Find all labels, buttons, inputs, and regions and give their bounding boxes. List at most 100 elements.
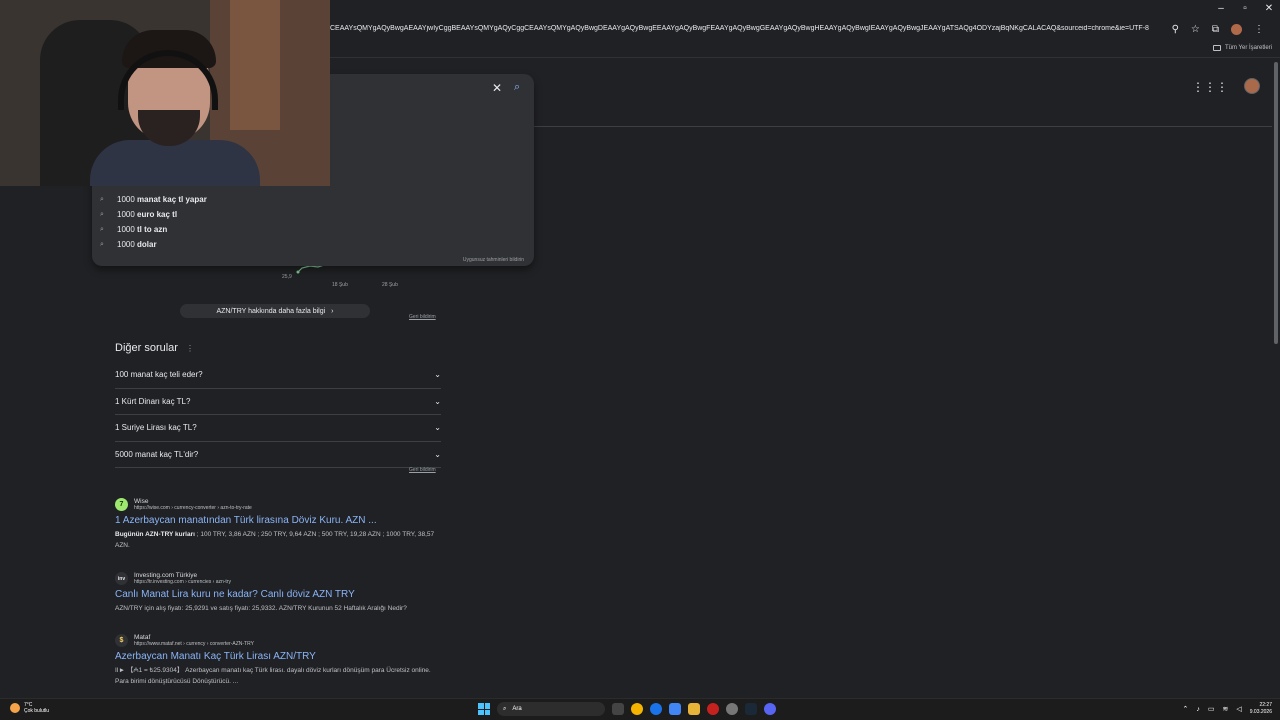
suggestion-completion: manat kaç tl yapar xyxy=(134,195,207,204)
result-url: https://wise.com › currency-converter › … xyxy=(134,505,252,511)
chevron-down-icon: ⌄ xyxy=(434,423,441,433)
result-source[interactable]: inv Investing.com Türkiye https://tr.inv… xyxy=(115,572,445,585)
paa-question[interactable]: 1 Kürt Dinarı kaç TL? ⌄ xyxy=(115,389,441,415)
search-icon: ⌕ xyxy=(100,225,104,233)
profile-avatar[interactable] xyxy=(1231,24,1242,35)
taskbar-apps: ⌕ Ara xyxy=(478,702,776,716)
suggestion-item[interactable]: ⌕ 1000 euro kaç tl xyxy=(100,207,207,222)
webcam-overlay xyxy=(0,0,330,186)
volume-icon[interactable]: ◁ xyxy=(1236,705,1241,713)
search-icon: ⌕ xyxy=(100,195,104,203)
steam-icon[interactable] xyxy=(745,703,757,715)
chrome-icon[interactable] xyxy=(631,703,643,715)
app-icon[interactable] xyxy=(726,703,738,715)
result-source[interactable]: $ Mataf https://www.mataf.net › currency… xyxy=(115,634,445,647)
chevron-up-icon[interactable]: ⌃ xyxy=(1182,705,1188,713)
weather-widget[interactable]: 7°C Çok bulutlu xyxy=(10,702,49,714)
result-url: https://www.mataf.net › currency › conve… xyxy=(134,641,254,647)
discord-icon[interactable] xyxy=(764,703,776,715)
result-url: https://tr.investing.com › currencies › … xyxy=(134,579,231,585)
taskbar-search[interactable]: ⌕ Ara xyxy=(497,702,605,716)
browser-menu-icon[interactable]: ⋮ xyxy=(1254,24,1264,35)
result-title-link[interactable]: 1 Azerbaycan manatından Türk lirasına Dö… xyxy=(115,515,445,526)
suggestion-prefix: 1000 xyxy=(117,225,135,234)
paa-question-text: 1 Kürt Dinarı kaç TL? xyxy=(115,396,191,406)
clock-time: 22:27 xyxy=(1259,702,1272,708)
report-predictions-link[interactable]: Uygunsuz tahminleri bildirin xyxy=(463,257,524,263)
paa-question[interactable]: 5000 manat kaç TL'dir? ⌄ xyxy=(115,442,441,468)
mataf-favicon-icon: $ xyxy=(115,634,128,647)
windows-taskbar: 7°C Çok bulutlu ⌕ Ara ⌃ ♪ ▭ ≋ ◁ 22:27 9.0… xyxy=(0,698,1280,720)
chevron-down-icon: ⌄ xyxy=(434,449,441,459)
location-icon[interactable]: ⚲ xyxy=(1172,24,1179,35)
suggestion-prefix: 1000 xyxy=(117,210,135,219)
snippet-bold: Bugünün AZN-TRY kurları xyxy=(115,531,195,538)
chevron-down-icon: ⌄ xyxy=(434,396,441,406)
more-info-button[interactable]: AZN/TRY hakkında daha fazla bilgi › xyxy=(180,304,370,318)
address-bar-icons: ⚲ ☆ ⧉ ⋮ xyxy=(1172,24,1264,35)
feedback-link[interactable]: Geri bildirim xyxy=(409,467,436,473)
suggestion-completion: dolar xyxy=(134,240,157,249)
paa-list: 100 manat kaç teli eder? ⌄ 1 Kürt Dinarı… xyxy=(115,362,441,468)
result-site-name: Wise xyxy=(134,498,149,505)
search-result: $ Mataf https://www.mataf.net › currency… xyxy=(115,634,445,687)
wise-favicon-icon: 7 xyxy=(115,498,128,511)
app-icon[interactable] xyxy=(707,703,719,715)
investing-favicon-icon: inv xyxy=(115,572,128,585)
more-info-label: AZN/TRY hakkında daha fazla bilgi xyxy=(216,307,326,315)
suggestion-prefix: 1000 xyxy=(117,195,135,204)
suggestion-item[interactable]: ⌕ 1000 manat kaç tl yapar xyxy=(100,192,207,207)
close-window-button[interactable]: ✕ xyxy=(1264,3,1274,14)
exchange-chart: 25,9 18 Şub 28 Şub xyxy=(280,262,450,290)
result-site-name: Investing.com Türkiye xyxy=(134,572,198,579)
search-icon: ⌕ xyxy=(100,240,104,248)
result-snippet: Bugünün AZN-TRY kurları ; 100 TRY, 3,86 … xyxy=(115,529,445,551)
clear-search-icon[interactable]: ✕ xyxy=(492,81,502,95)
file-explorer-icon[interactable] xyxy=(688,703,700,715)
clock-date: 9.03.2026 xyxy=(1249,709,1272,715)
y-tick-label: 25,9 xyxy=(282,274,292,280)
windows-start-icon[interactable] xyxy=(478,703,490,715)
task-view-icon[interactable] xyxy=(612,703,624,715)
suggestion-item[interactable]: ⌕ 1000 tl to azn xyxy=(100,222,207,237)
wifi-icon[interactable]: ≋ xyxy=(1222,705,1228,713)
search-icon[interactable]: ⌕ xyxy=(514,81,520,94)
paa-section-title: Diğer sorular ⋮ xyxy=(115,342,194,354)
google-apps-icon[interactable]: ⋮⋮⋮ xyxy=(1192,80,1228,94)
suggestion-item[interactable]: ⌕ 1000 dolar xyxy=(100,237,207,252)
system-tray: ⌃ ♪ ▭ ≋ ◁ 22:27 9.03.2026 xyxy=(1182,702,1272,716)
all-bookmarks-button[interactable]: Tüm Yer İşaretleri xyxy=(1212,45,1272,51)
result-source[interactable]: 7 Wise https://wise.com › currency-conve… xyxy=(115,498,445,511)
result-title-link[interactable]: Canlı Manat Lira kuru ne kadar? Canlı dö… xyxy=(115,589,445,600)
url-field[interactable]: CEAAYsQMYgAQyBwgAEAAYjwIyCggBEAAYsQMYgAQ… xyxy=(330,25,1170,32)
search-result: 7 Wise https://wise.com › currency-conve… xyxy=(115,498,445,551)
webcam-person-body xyxy=(90,140,260,186)
clock[interactable]: 22:27 9.03.2026 xyxy=(1250,702,1272,716)
network-icon[interactable]: ▭ xyxy=(1208,705,1215,713)
minimize-button[interactable]: – xyxy=(1216,3,1226,14)
suggestion-completion: tl to azn xyxy=(134,225,168,234)
paa-title-text: Diğer sorular xyxy=(115,342,178,354)
maximize-button[interactable]: ▫ xyxy=(1240,3,1250,14)
app-icon[interactable] xyxy=(669,703,681,715)
more-options-icon[interactable]: ⋮ xyxy=(186,344,194,353)
feedback-link[interactable]: Geri bildirim xyxy=(409,314,436,320)
bookmark-star-icon[interactable]: ☆ xyxy=(1191,24,1200,35)
paa-question-text: 100 manat kaç teli eder? xyxy=(115,370,203,380)
result-title-link[interactable]: Azerbaycan Manatı Kaç Türk Lirası AZN/TR… xyxy=(115,651,445,662)
edge-icon[interactable] xyxy=(650,703,662,715)
microphone-icon[interactable]: ♪ xyxy=(1196,706,1200,713)
result-snippet: II► 【₼1 = ₺25.9304】 Azerbaycan manatı ka… xyxy=(115,667,431,685)
suggestion-prefix: 1000 xyxy=(117,240,135,249)
extensions-icon[interactable]: ⧉ xyxy=(1212,24,1219,35)
result-snippet: AZN/TRY için alış fiyatı: 25,9291 ve sat… xyxy=(115,605,407,612)
chevron-down-icon: ⌄ xyxy=(434,370,441,380)
account-avatar[interactable] xyxy=(1244,78,1260,94)
search-result: inv Investing.com Türkiye https://tr.inv… xyxy=(115,572,445,614)
paa-question[interactable]: 1 Suriye Lirası kaç TL? ⌄ xyxy=(115,415,441,442)
weather-icon xyxy=(10,703,20,713)
paa-question[interactable]: 100 manat kaç teli eder? ⌄ xyxy=(115,362,441,389)
suggestion-completion: euro kaç tl xyxy=(134,210,178,219)
scrollbar-thumb[interactable] xyxy=(1274,62,1278,344)
chevron-right-icon: › xyxy=(331,307,334,315)
